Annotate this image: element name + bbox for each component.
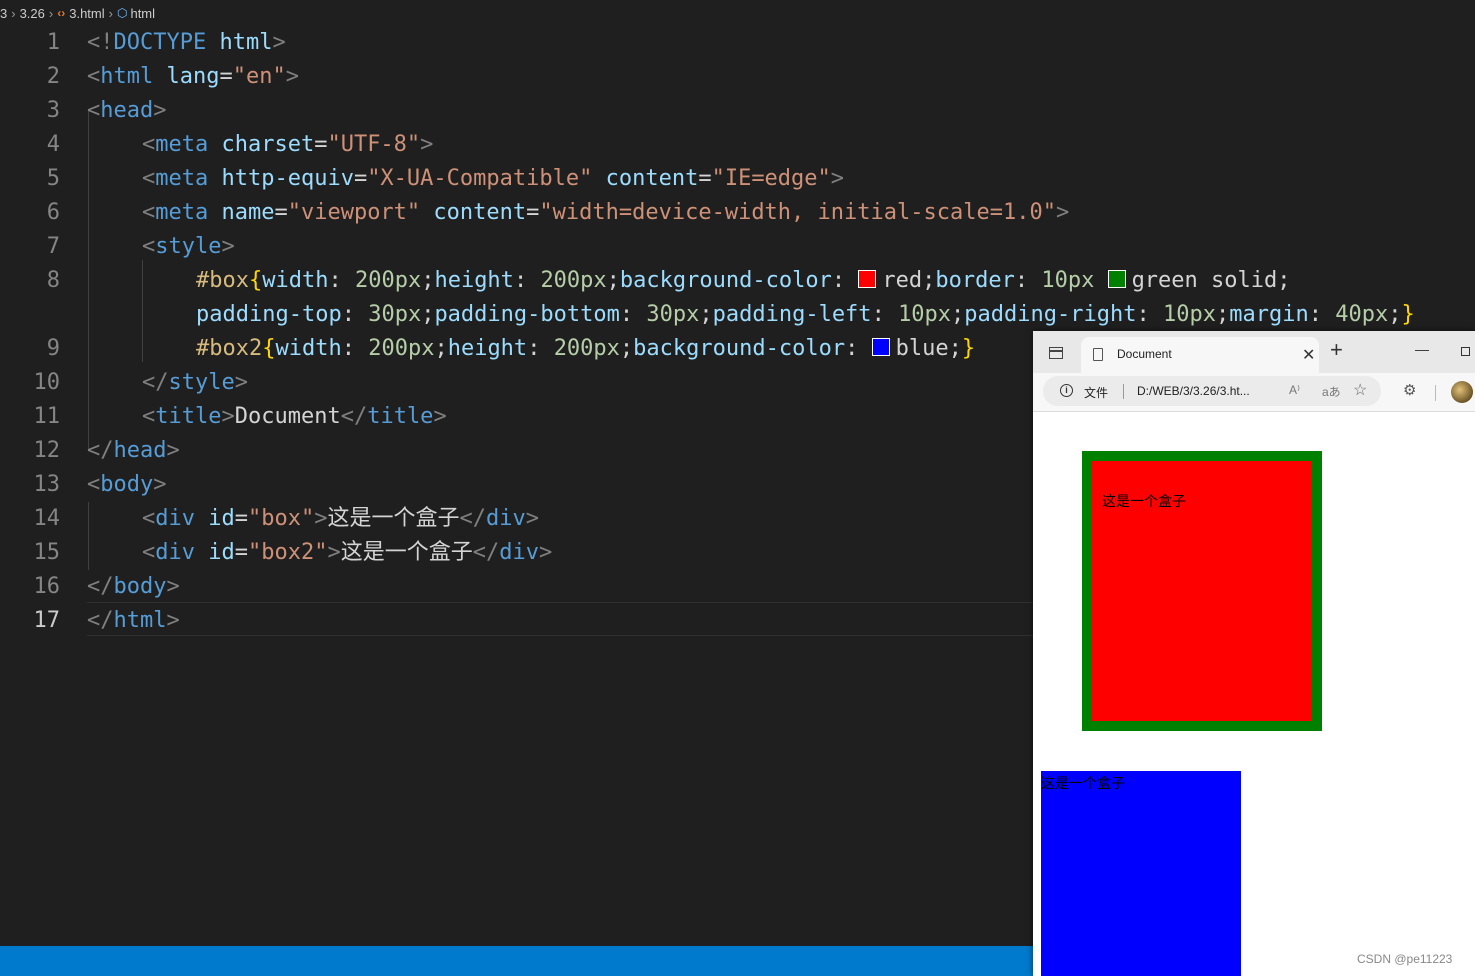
code-text: <meta charset="UTF-8"> (142, 132, 434, 157)
code-text: </style> (142, 370, 248, 395)
minimize-button[interactable]: — (1415, 341, 1429, 357)
read-aloud-icon[interactable]: A⁾ (1289, 383, 1300, 397)
watermark: CSDN @pe11223 (1357, 952, 1453, 966)
line-number: 10 (33, 370, 61, 395)
code-line: 8 #box{width: 200px;height: 200px;backgr… (0, 264, 1475, 298)
tab-document[interactable]: Document ✕ (1081, 337, 1319, 373)
line-number: 7 (46, 234, 60, 259)
line-number: 16 (33, 574, 61, 599)
code-text: <title>Document</title> (142, 404, 447, 429)
line-number: 8 (46, 268, 60, 293)
close-icon[interactable]: ✕ (1302, 345, 1315, 365)
breadcrumb-item-3-26[interactable]: 3.26 (20, 6, 45, 21)
browser-window: Document ✕ + — i 文件 D:/WEB/3/3.26/3.ht..… (1033, 331, 1475, 976)
url-text[interactable]: D:/WEB/3/3.26/3.ht... (1137, 384, 1250, 398)
code-line: padding-top: 30px;padding-bottom: 30px;p… (0, 298, 1475, 332)
code-line: 2 <html lang="en"> (0, 60, 1475, 94)
code-line: 1 <!DOCTYPE html> (0, 26, 1475, 60)
code-text: </html> (87, 608, 180, 633)
color-swatch-red[interactable] (858, 270, 877, 288)
chevron-right-icon: › (48, 5, 54, 21)
tab-actions-icon[interactable] (1049, 347, 1063, 359)
code-text: <div id="box">这是一个盒子</div> (142, 506, 539, 531)
code-text: <html lang="en"> (87, 64, 299, 89)
code-line: 6 <meta name="viewport" content="width=d… (0, 196, 1475, 230)
line-number: 17 (33, 608, 61, 633)
box-text: 这是一个盒子 (1102, 494, 1186, 510)
symbol-element-icon: ⬡ (116, 6, 128, 20)
code-text: <!DOCTYPE html> (87, 30, 286, 55)
maximize-button[interactable] (1461, 347, 1470, 356)
breadcrumb-item-file[interactable]: 3.html (69, 6, 104, 21)
code-text: </body> (87, 574, 180, 599)
code-text: <head> (87, 98, 167, 123)
line-number: 14 (33, 506, 61, 531)
code-text: #box{width: 200px;height: 200px;backgrou… (196, 268, 1291, 293)
favorite-star-icon[interactable]: ☆ (1353, 380, 1367, 400)
address-bar: i 文件 D:/WEB/3/3.26/3.ht... A⁾ aあ ☆ ⚙ (1033, 373, 1475, 412)
box-red: 这是一个盒子 (1082, 451, 1322, 731)
line-number: 1 (46, 30, 60, 55)
line-number: 4 (46, 132, 60, 157)
code-line: 5 <meta http-equiv="X-UA-Compatible" con… (0, 162, 1475, 196)
color-swatch-green[interactable] (1107, 270, 1126, 288)
code-line: 4 <meta charset="UTF-8"> (0, 128, 1475, 162)
breadcrumb-item-3[interactable]: 3 (0, 6, 7, 21)
code-line: 7 <style> (0, 230, 1475, 264)
breadcrumb: 3 › 3.26 › ‹› 3.html › ⬡ html (0, 0, 1475, 26)
color-swatch-blue[interactable] (871, 338, 890, 356)
box2-text: 这是一个盒子 (1041, 776, 1125, 792)
code-text: <style> (142, 234, 235, 259)
code-text: <body> (87, 472, 167, 497)
url-field[interactable]: i 文件 D:/WEB/3/3.26/3.ht... A⁾ aあ ☆ (1043, 376, 1381, 406)
chevron-right-icon: › (108, 5, 113, 21)
chevron-right-icon: › (11, 5, 16, 21)
box2-blue: 这是一个盒子 (1041, 771, 1241, 976)
code-text: #box2{width: 200px;height: 200px;backgro… (196, 336, 976, 361)
line-number: 12 (33, 438, 61, 463)
page-viewport: 这是一个盒子 这是一个盒子 (1033, 412, 1475, 976)
line-number: 6 (46, 200, 60, 225)
info-icon[interactable]: i (1060, 384, 1073, 397)
code-text: <div id="box2">这是一个盒子</div> (142, 540, 553, 565)
code-line: 3 <head> (0, 94, 1475, 128)
divider (1435, 385, 1436, 401)
breadcrumb-item-html[interactable]: html (130, 6, 155, 21)
code-text: <meta name="viewport" content="width=dev… (142, 200, 1070, 225)
tab-title: Document (1117, 347, 1172, 361)
new-tab-button[interactable]: + (1330, 339, 1343, 361)
line-number: 9 (46, 336, 60, 361)
extensions-icon[interactable]: ⚙ (1403, 381, 1416, 399)
line-number: 13 (33, 472, 61, 497)
code-text: <meta http-equiv="X-UA-Compatible" conte… (142, 166, 845, 191)
line-number: 3 (46, 98, 60, 123)
line-number: 15 (33, 540, 61, 565)
tab-bar: Document ✕ + — (1033, 331, 1475, 373)
code-text: padding-top: 30px;padding-bottom: 30px;p… (196, 302, 1415, 327)
line-number: 5 (46, 166, 60, 191)
divider (1123, 384, 1124, 399)
code-text: </head> (87, 438, 180, 463)
line-number: 11 (33, 404, 61, 429)
line-number: 2 (46, 64, 60, 89)
translate-icon[interactable]: aあ (1322, 383, 1341, 400)
document-icon (1093, 348, 1103, 361)
avatar[interactable] (1451, 381, 1473, 403)
html-file-icon: ‹› (57, 6, 66, 20)
scheme-label: 文件 (1084, 386, 1109, 400)
